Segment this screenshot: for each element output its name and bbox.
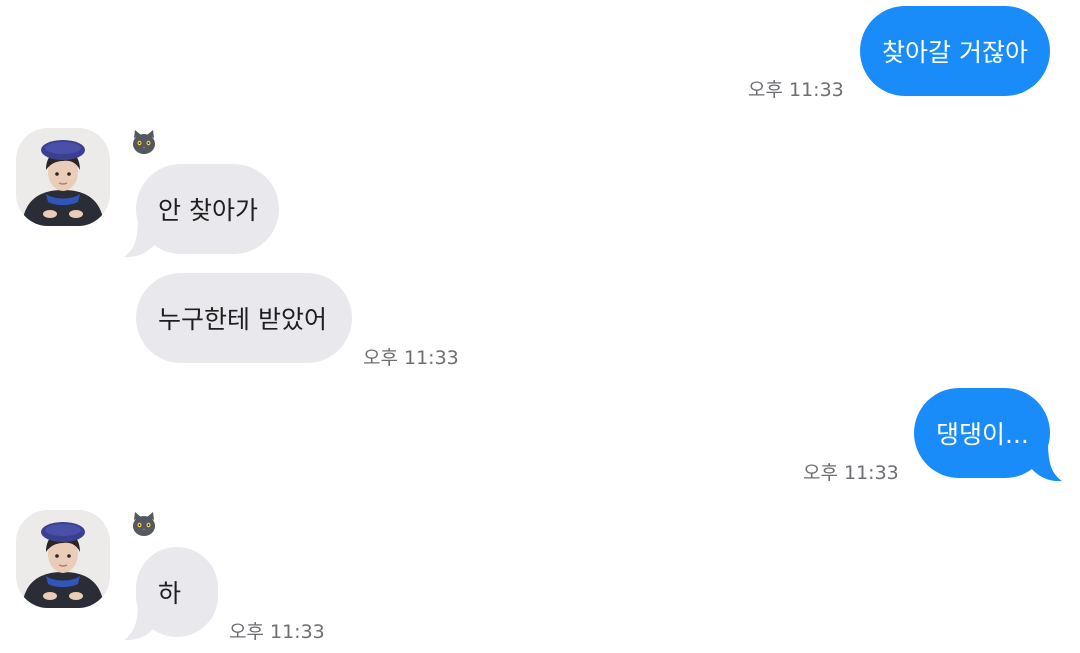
received-message-bubble[interactable]: 누구한테 받았어: [136, 273, 352, 363]
message-text: 하: [158, 579, 182, 608]
sender-avatar[interactable]: [16, 510, 110, 608]
bubble-tail: [124, 601, 158, 641]
message-timestamp: 오후 11:33: [229, 621, 325, 643]
profile-photo: [16, 128, 110, 226]
bubble-tail: [1028, 442, 1062, 482]
message-timestamp: 오후 11:33: [748, 79, 844, 101]
bubble-tail: [124, 218, 158, 258]
chat-thread[interactable]: 찾아갈 거잖아 오후 11:33 안 찾아가 누구한테 받았어 오후 11:33…: [0, 0, 1080, 653]
message-text: 댕댕이...: [936, 420, 1029, 449]
message-text: 누구한테 받았어: [158, 305, 327, 334]
message-timestamp: 오후 11:33: [363, 347, 459, 369]
message-text: 안 찾아가: [158, 196, 258, 225]
sender-avatar[interactable]: [16, 128, 110, 226]
cat-face-icon: [133, 130, 155, 154]
message-text: 찾아갈 거잖아: [882, 38, 1028, 67]
message-timestamp: 오후 11:33: [803, 462, 899, 484]
sent-message-bubble[interactable]: 찾아갈 거잖아: [860, 6, 1050, 96]
profile-photo: [16, 510, 110, 608]
cat-face-icon: [133, 512, 155, 536]
